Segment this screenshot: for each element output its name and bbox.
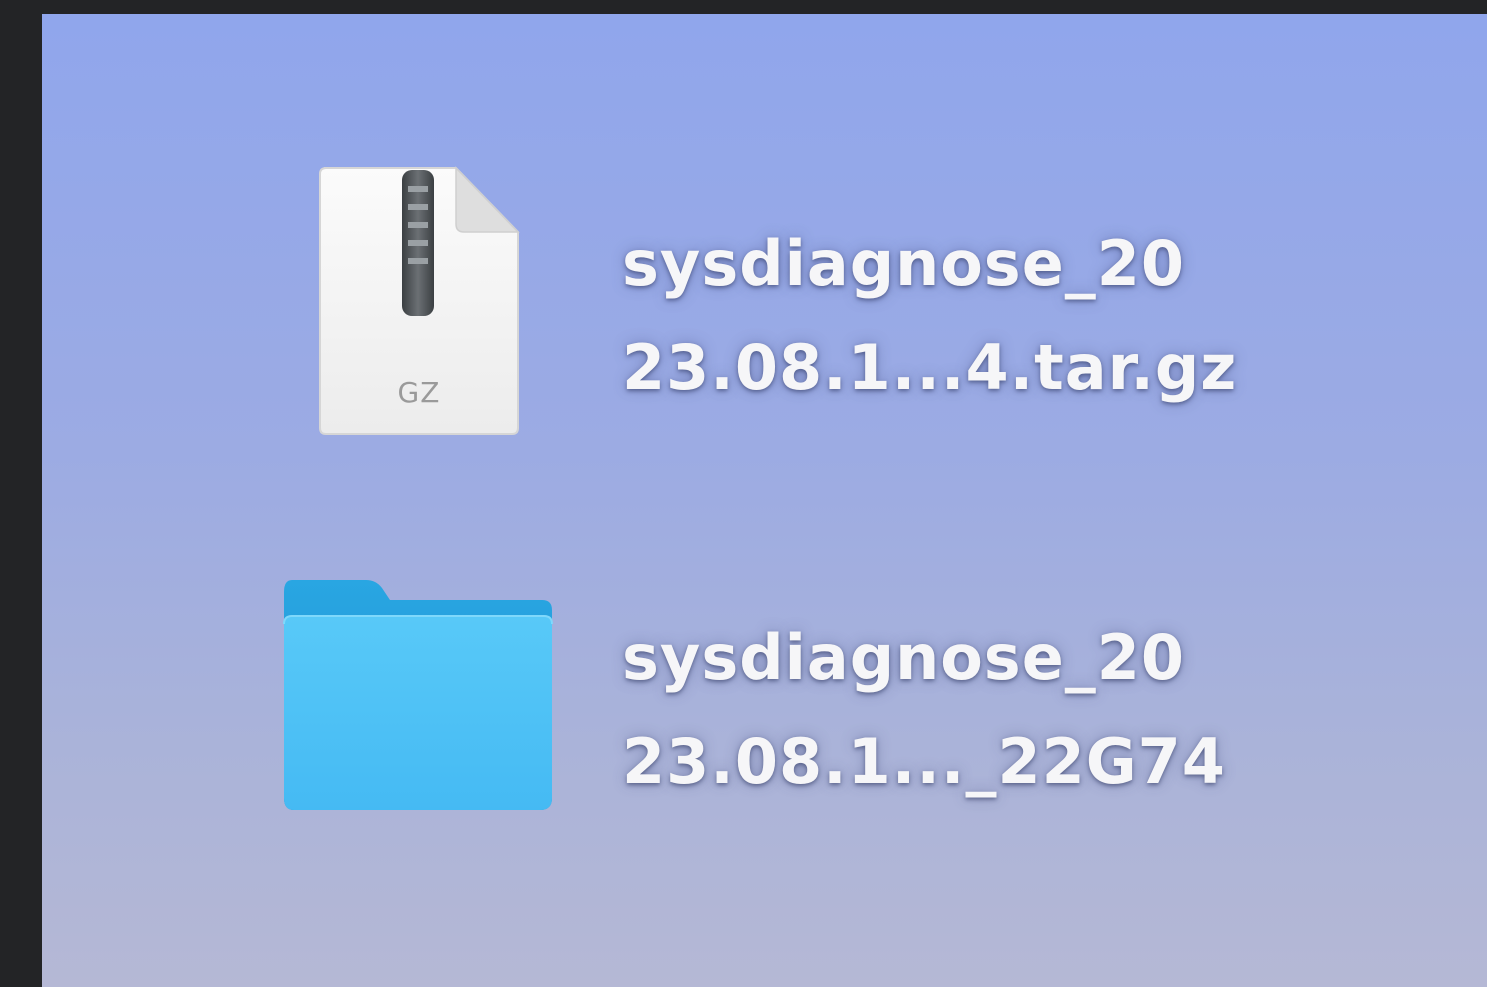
folder-name-line-1: sysdiagnose_20 <box>622 621 1186 694</box>
gz-caption: GZ <box>397 376 441 409</box>
archive-name-label: sysdiagnose_20 23.08.1...4.tar.gz <box>622 212 1237 420</box>
screen-frame: GZ sysdiagnose_20 23.08.1...4.tar.gz sys… <box>0 0 1487 987</box>
folder-name-label: sysdiagnose_20 23.08.1..._22G74 <box>622 606 1226 814</box>
archive-name-line-1: sysdiagnose_20 <box>622 227 1186 300</box>
folder-icon <box>283 580 553 810</box>
archive-name-line-2: 23.08.1...4.tar.gz <box>622 331 1238 404</box>
desktop[interactable]: GZ sysdiagnose_20 23.08.1...4.tar.gz sys… <box>42 14 1487 987</box>
folder-name-line-2: 23.08.1..._22G74 <box>622 725 1226 798</box>
desktop-item-archive[interactable]: GZ sysdiagnose_20 23.08.1...4.tar.gz <box>42 14 1487 435</box>
